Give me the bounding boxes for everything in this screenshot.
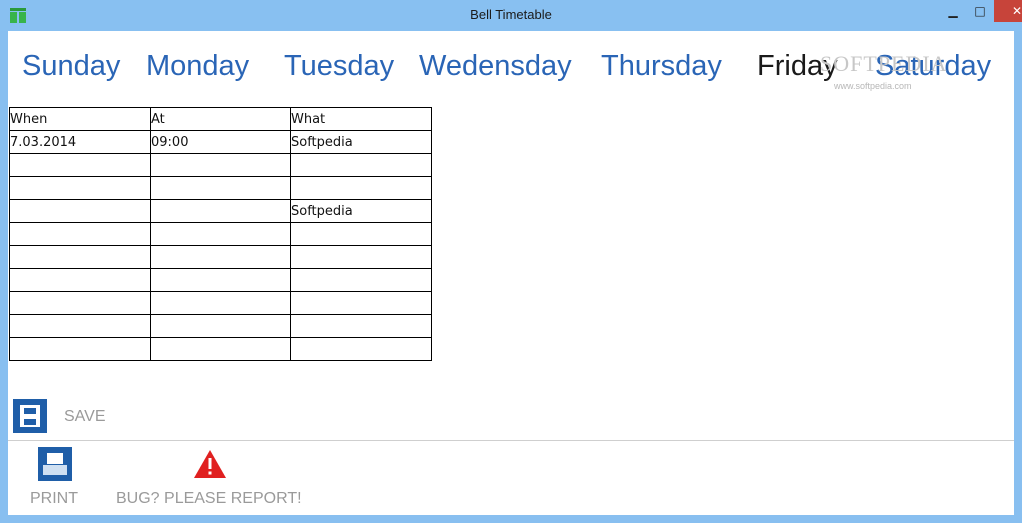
table-row [9,176,432,200]
warning-icon[interactable] [193,449,227,479]
table-cell[interactable] [9,176,151,200]
table-row [9,153,432,177]
table-cell[interactable] [150,268,291,292]
table-cell[interactable]: Softpedia [290,130,432,154]
tab-tuesday[interactable]: Tuesday [284,50,394,83]
table-cell[interactable] [9,337,151,361]
main-content: Sunday Monday Tuesday Wedensday Thursday… [8,31,1014,515]
watermark-url: www.softpedia.com [834,81,912,91]
table-cell[interactable] [290,337,432,361]
table-cell[interactable] [150,291,291,315]
window-title: Bell Timetable [470,7,552,22]
table-row: Softpedia [9,199,432,223]
table-cell[interactable] [290,245,432,269]
table-row [9,245,432,269]
tab-thursday[interactable]: Thursday [601,50,722,83]
table-cell[interactable] [150,222,291,246]
table-cell[interactable] [150,314,291,338]
timetable-grid: When At What 7.03.2014 09:00 Softpedia Softped… [9,107,432,361]
title-bar[interactable]: Bell Timetable ▁ □ ✕ [0,0,1022,31]
table-cell[interactable] [9,199,151,223]
table-cell[interactable]: Softpedia [290,199,432,223]
watermark-logo: SOFTPEDIA [820,51,948,76]
report-bug-button[interactable]: BUG? PLEASE REPORT! [116,490,302,508]
close-button[interactable]: ✕ [994,0,1022,22]
table-row: 7.03.2014 09:00 Softpedia [9,130,432,154]
table-cell[interactable] [150,245,291,269]
tab-monday[interactable]: Monday [146,50,249,83]
table-header-cell: When [9,107,151,131]
table-cell[interactable] [9,314,151,338]
table-cell[interactable] [9,291,151,315]
table-row [9,314,432,338]
tab-wedensday[interactable]: Wedensday [419,50,572,83]
table-cell[interactable] [290,153,432,177]
divider [8,440,1014,441]
table-cell[interactable] [290,291,432,315]
table-cell[interactable] [150,337,291,361]
table-header-cell: What [290,107,432,131]
table-cell[interactable] [150,176,291,200]
tab-sunday[interactable]: Sunday [22,50,120,83]
table-cell[interactable] [9,153,151,177]
table-row [9,222,432,246]
table-header-cell: At [150,107,291,131]
table-header-row: When At What [9,107,432,131]
save-icon[interactable] [13,399,47,433]
table-cell[interactable] [150,199,291,223]
table-cell[interactable] [290,268,432,292]
maximize-button[interactable]: □ [967,0,993,22]
minimize-button[interactable]: ▁ [940,0,966,22]
table-cell[interactable] [9,245,151,269]
table-cell[interactable]: 09:00 [150,130,291,154]
printer-icon[interactable] [38,447,72,481]
table-row [9,268,432,292]
table-cell[interactable] [9,222,151,246]
table-row [9,291,432,315]
table-cell[interactable] [290,222,432,246]
table-row [9,337,432,361]
table-cell[interactable] [150,153,291,177]
save-button[interactable]: SAVE [64,408,106,426]
table-cell[interactable]: 7.03.2014 [9,130,151,154]
table-cell[interactable] [290,314,432,338]
print-button[interactable]: PRINT [30,490,78,508]
table-cell[interactable] [290,176,432,200]
app-window: Bell Timetable ▁ □ ✕ Sunday Monday Tuesd… [0,0,1022,523]
table-cell[interactable] [9,268,151,292]
